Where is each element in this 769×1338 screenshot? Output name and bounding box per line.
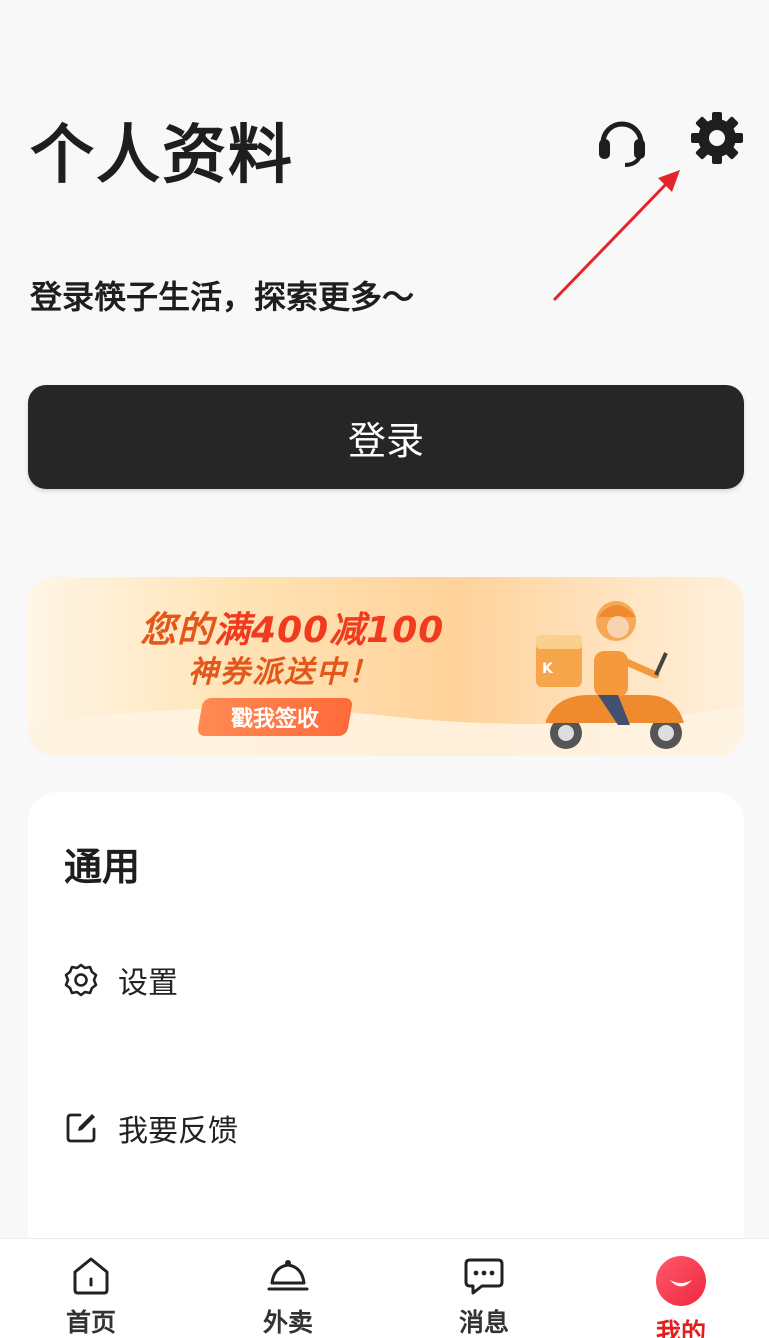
section-title-general: 通用 [64,845,141,889]
login-button[interactable]: 登录 [28,385,744,489]
gear-outline-icon [62,961,100,999]
nav-label-messages: 消息 [458,1308,509,1337]
menu-item-settings[interactable]: 设置 [62,950,702,1010]
gear-icon[interactable] [689,110,745,166]
page-title: 个人资料 [30,119,294,193]
smile-avatar-icon [655,1255,707,1307]
menu-item-feedback-label: 我要反馈 [118,1114,238,1149]
home-icon [65,1255,117,1297]
edit-square-icon [62,1109,100,1147]
general-section: 通用 设置 我要反馈 [28,792,744,1252]
promo-banner[interactable]: 您的满400减100 神券派送中！ 戳我签收 K [28,577,744,756]
promo-claim-button[interactable]: 戳我签收 [196,698,354,736]
chat-bubble-icon [458,1255,510,1297]
svg-text:K: K [542,661,554,677]
nav-label-home: 首页 [65,1308,116,1337]
cloche-icon [262,1255,314,1297]
nav-label-takeout: 外卖 [262,1308,313,1337]
menu-item-settings-label: 设置 [118,966,178,1001]
delivery-rider-icon: K [536,601,684,749]
promo-subheadline: 神券派送中！ [188,655,380,690]
promo-headline-prefix: 您的 [140,610,215,651]
bottom-nav: 首页 外卖 消息 我的 [0,1238,769,1338]
menu-item-feedback[interactable]: 我要反馈 [62,1098,702,1158]
nav-item-takeout[interactable]: 外卖 [228,1239,348,1338]
nav-item-mine[interactable]: 我的 [621,1239,741,1338]
promo-headline-amount: 满400减100 [214,610,445,651]
nav-item-messages[interactable]: 消息 [424,1239,544,1338]
nav-label-mine: 我的 [655,1318,706,1338]
annotation-arrow-icon [552,170,680,302]
nav-item-home[interactable]: 首页 [31,1239,151,1338]
promo-claim-label: 戳我签收 [230,707,319,732]
promo-headline: 您的满400减100 [140,601,444,653]
login-prompt: 登录筷子生活，探索更多～ [30,278,415,316]
